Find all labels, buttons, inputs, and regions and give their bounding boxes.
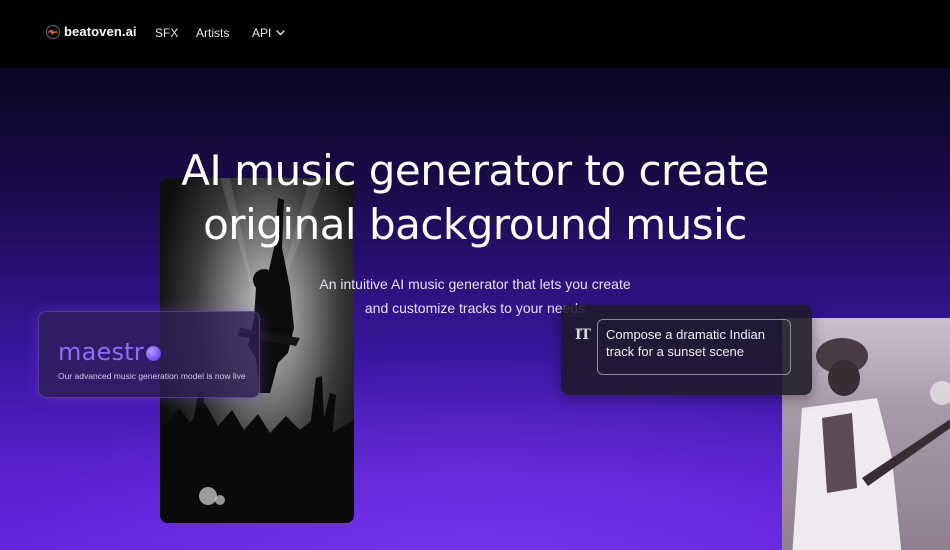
brand-logo[interactable]: beatoven.ai: [46, 24, 137, 39]
hero-title-line-1: AI music generator to create: [181, 146, 769, 195]
beatoven-logo-icon: [46, 24, 60, 39]
maestro-wordmark: maestr: [58, 338, 144, 366]
hero-section: AI music generator to create original ba…: [0, 68, 950, 550]
nav-link-artists[interactable]: Artists: [196, 26, 229, 40]
page: beatoven.ai SFX Artists API AI music gen…: [0, 0, 950, 550]
hero-subtitle-line-2: and customize tracks to your needs: [364, 300, 586, 316]
maestro-caption: Our advanced music generation model is n…: [58, 371, 246, 381]
nav-link-sfx[interactable]: SFX: [155, 26, 178, 40]
maestro-orb-icon: [146, 346, 161, 361]
top-navbar: beatoven.ai SFX Artists API: [0, 0, 950, 68]
hero-title: AI music generator to create original ba…: [0, 144, 950, 252]
prompt-input[interactable]: Compose a dramatic Indian track for a su…: [597, 319, 791, 375]
hero-title-line-2: original background music: [203, 200, 747, 249]
brand-name: beatoven.ai: [64, 24, 137, 39]
prompt-card: IT Compose a dramatic Indian track for a…: [561, 305, 812, 395]
maestro-announcement-card[interactable]: maestr Our advanced music generation mod…: [38, 311, 260, 398]
hero-subtitle-line-1: An intuitive AI music generator that let…: [319, 276, 631, 292]
chevron-down-icon: [276, 30, 286, 36]
nav-api-dropdown[interactable]: API: [252, 26, 286, 40]
text-prompt-icon: IT: [575, 327, 591, 343]
nav-api-label: API: [252, 26, 272, 40]
